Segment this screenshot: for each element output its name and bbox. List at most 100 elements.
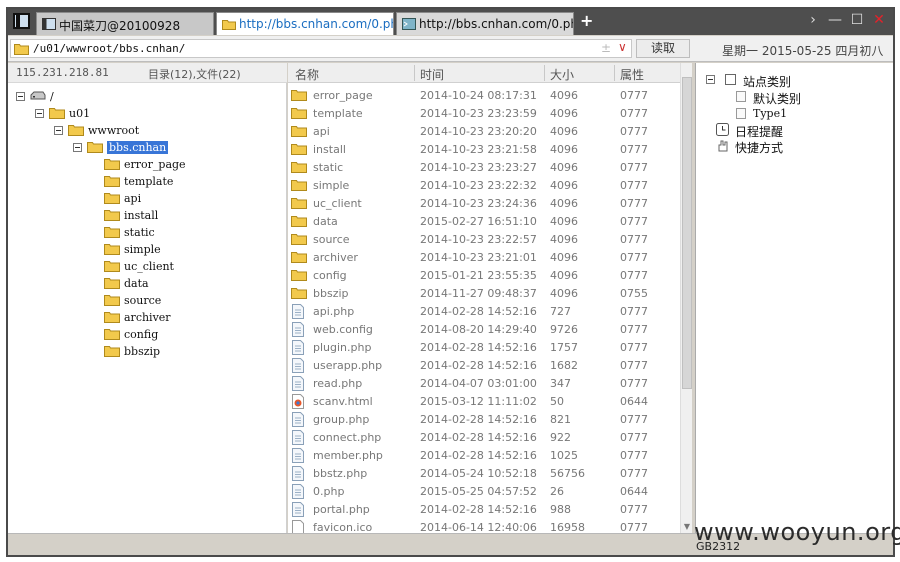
- file-permission: 0644: [620, 485, 648, 498]
- tab-main[interactable]: 中国菜刀@20100928: [36, 12, 214, 35]
- path-input[interactable]: [33, 41, 593, 56]
- file-row[interactable]: source 2014-10-23 23:22:57 4096 0777: [288, 231, 680, 249]
- folder-icon: [291, 88, 307, 104]
- tree-node-label: config: [124, 328, 159, 341]
- file-row[interactable]: userapp.php 2014-02-28 14:52:16 1682 0777: [288, 357, 680, 375]
- file-row[interactable]: 0.php 2015-05-25 04:57:52 26 0644: [288, 483, 680, 501]
- file-name: group.php: [313, 413, 370, 426]
- folder-icon: [291, 178, 307, 194]
- address-bar: ± ∨ 读取 星期一 2015-05-25 四月初八: [8, 36, 893, 62]
- file-row[interactable]: bbstz.php 2014-05-24 10:52:18 56756 0777: [288, 465, 680, 483]
- file-date: 2014-02-28 14:52:16: [420, 341, 537, 354]
- scrollbar-thumb[interactable]: [682, 77, 692, 389]
- collapse-toggle-icon[interactable]: [35, 109, 44, 118]
- column-divider[interactable]: [414, 65, 415, 81]
- file-name: 0.php: [313, 485, 345, 498]
- php-file-icon: [291, 358, 305, 376]
- file-permission: 0777: [620, 431, 648, 444]
- file-row[interactable]: connect.php 2014-02-28 14:52:16 922 0777: [288, 429, 680, 447]
- file-row[interactable]: uc_client 2014-10-23 23:24:36 4096 0777: [288, 195, 680, 213]
- new-tab-button[interactable]: +: [580, 11, 593, 30]
- site-category-panel: 站点类别 默认类别 Type1 日程提醒 快捷方式: [695, 63, 893, 533]
- collapse-toggle-icon[interactable]: [73, 143, 82, 152]
- column-divider[interactable]: [544, 65, 545, 81]
- file-date: 2014-02-28 14:52:16: [420, 449, 537, 462]
- tree-node-label: simple: [124, 243, 161, 256]
- file-size: 988: [550, 503, 571, 516]
- file-row[interactable]: web.config 2014-08-20 14:29:40 9726 0777: [288, 321, 680, 339]
- file-size: 922: [550, 431, 571, 444]
- tab-shell-active[interactable]: http://bbs.cnhan.com/0.php: [216, 12, 394, 35]
- file-row[interactable]: member.php 2014-02-28 14:52:16 1025 0777: [288, 447, 680, 465]
- php-file-icon: [291, 412, 305, 430]
- folder-icon: [104, 260, 120, 275]
- blank-file-icon: [291, 520, 305, 533]
- read-button[interactable]: 读取: [636, 39, 690, 58]
- forward-icon[interactable]: ›: [805, 12, 821, 30]
- file-name: simple: [313, 179, 350, 192]
- file-row[interactable]: api.php 2014-02-28 14:52:16 727 0777: [288, 303, 680, 321]
- folder-icon: [291, 250, 307, 266]
- file-row[interactable]: plugin.php 2014-02-28 14:52:16 1757 0777: [288, 339, 680, 357]
- file-date: 2014-10-23 23:21:01: [420, 251, 537, 264]
- file-row[interactable]: bbszip 2014-11-27 09:48:37 4096 0755: [288, 285, 680, 303]
- file-row[interactable]: api 2014-10-23 23:20:20 4096 0777: [288, 123, 680, 141]
- file-size: 4096: [550, 233, 578, 246]
- checkbox-icon[interactable]: [725, 74, 736, 85]
- file-size: 4096: [550, 287, 578, 300]
- file-size: 26: [550, 485, 564, 498]
- scroll-down-icon[interactable]: ▼: [682, 522, 692, 531]
- folder-icon: [222, 18, 236, 30]
- file-size: 4096: [550, 125, 578, 138]
- file-row[interactable]: read.php 2014-04-07 03:01:00 347 0777: [288, 375, 680, 393]
- column-header-size[interactable]: 大小: [550, 66, 574, 83]
- file-permission: 0777: [620, 215, 648, 228]
- file-row[interactable]: install 2014-10-23 23:21:58 4096 0777: [288, 141, 680, 159]
- column-header-time[interactable]: 时间: [420, 66, 444, 83]
- php-file-icon: [291, 448, 305, 466]
- collapse-toggle-icon[interactable]: [16, 92, 25, 101]
- file-size: 347: [550, 377, 571, 390]
- file-row[interactable]: archiver 2014-10-23 23:21:01 4096 0777: [288, 249, 680, 267]
- collapse-toggle-icon[interactable]: [54, 126, 63, 135]
- collapse-toggle-icon[interactable]: [706, 75, 715, 84]
- file-icon: [736, 108, 746, 119]
- server-ip: 115.231.218.81: [16, 66, 109, 79]
- file-row[interactable]: error_page 2014-10-24 08:17:31 4096 0777: [288, 87, 680, 105]
- php-file-icon: [291, 304, 305, 322]
- file-row[interactable]: data 2015-02-27 16:51:10 4096 0777: [288, 213, 680, 231]
- file-date: 2014-02-28 14:52:16: [420, 431, 537, 444]
- folder-icon: [104, 294, 120, 309]
- file-size: 4096: [550, 107, 578, 120]
- file-row[interactable]: static 2014-10-23 23:23:27 4096 0777: [288, 159, 680, 177]
- file-row[interactable]: scanv.html 2015-03-12 11:11:02 50 0644: [288, 393, 680, 411]
- file-permission: 0777: [620, 341, 648, 354]
- terminal-icon: [402, 18, 416, 30]
- tree-node-label: static: [124, 226, 155, 239]
- maximize-icon[interactable]: ☐: [849, 12, 865, 30]
- file-row[interactable]: template 2014-10-23 23:23:59 4096 0777: [288, 105, 680, 123]
- php-file-icon: [291, 322, 305, 340]
- file-name: bbszip: [313, 287, 349, 300]
- file-size: 4096: [550, 215, 578, 228]
- column-header-name[interactable]: 名称: [295, 66, 319, 83]
- file-name: source: [313, 233, 350, 246]
- file-row[interactable]: simple 2014-10-23 23:22:32 4096 0777: [288, 177, 680, 195]
- menu-icon[interactable]: [13, 13, 30, 29]
- file-row[interactable]: portal.php 2014-02-28 14:52:16 988 0777: [288, 501, 680, 519]
- file-date: 2014-02-28 14:52:16: [420, 503, 537, 516]
- bookmark-icon[interactable]: ±: [601, 41, 611, 55]
- column-header-attr[interactable]: 属性: [620, 66, 644, 83]
- file-row[interactable]: favicon.ico 2014-06-14 12:40:06 16958 0777: [288, 519, 680, 533]
- tab-shell[interactable]: http://bbs.cnhan.com/0.php: [396, 12, 574, 35]
- column-divider[interactable]: [614, 65, 615, 81]
- file-permission: 0777: [620, 251, 648, 264]
- chevron-down-icon[interactable]: ∨: [618, 40, 627, 54]
- minimize-icon[interactable]: —: [827, 12, 843, 30]
- file-row[interactable]: config 2015-01-21 23:55:35 4096 0777: [288, 267, 680, 285]
- file-row[interactable]: group.php 2014-02-28 14:52:16 821 0777: [288, 411, 680, 429]
- shortcuts-label: 快捷方式: [735, 141, 784, 155]
- vertical-scrollbar[interactable]: ▼: [680, 63, 692, 533]
- tree-node-label: bbszip: [124, 345, 161, 358]
- close-icon[interactable]: ✕: [871, 12, 887, 30]
